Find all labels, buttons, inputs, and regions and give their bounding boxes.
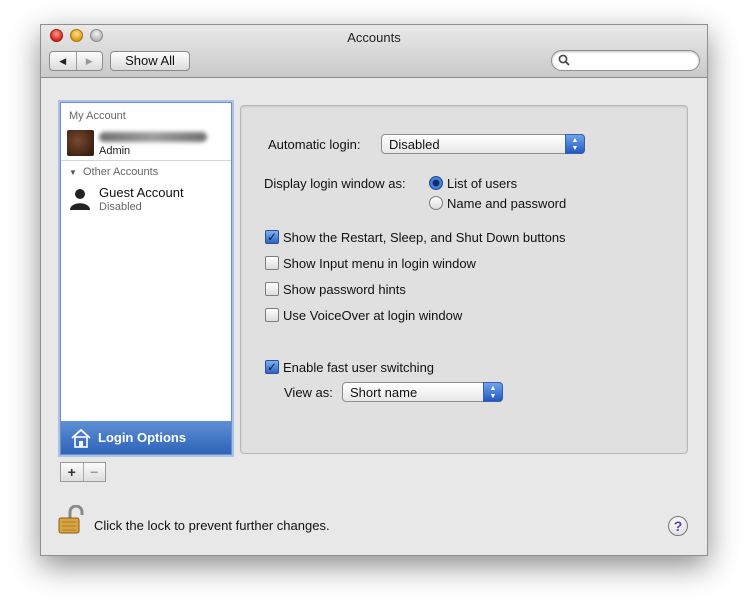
help-button[interactable]: ? [668,516,688,536]
sidebar-divider [61,160,231,161]
forward-arrow-icon: ▶ [85,55,93,66]
show-password-hints-label: Show password hints [283,282,406,297]
view-as-value: Short name [350,385,418,400]
show-input-menu-label: Show Input menu in login window [283,256,476,271]
my-account-header: My Account [69,110,126,122]
add-account-button[interactable]: + [61,463,83,481]
use-voiceover-checkbox[interactable] [265,308,279,322]
forward-button[interactable]: ▶ [75,52,103,70]
accounts-window: Accounts ◀ ▶ Show All My Account Admin ▼… [40,24,708,556]
search-icon [558,54,570,66]
use-voiceover-label: Use VoiceOver at login window [283,308,463,323]
guest-account-item[interactable]: Guest Account Disabled [61,185,231,215]
login-options-label: Login Options [98,430,187,445]
view-as-popup[interactable]: Short name ▲ ▼ [342,382,503,402]
list-of-users-label: List of users [447,176,518,191]
lock-icon[interactable] [58,505,84,535]
house-icon [71,428,91,448]
disclosure-triangle-icon[interactable]: ▼ [69,168,77,177]
user-silhouette-icon [70,189,90,210]
account-role: Admin [99,145,131,157]
name-and-password-radio[interactable] [429,196,443,210]
show-password-hints-checkbox[interactable] [265,282,279,296]
popup-arrows-icon: ▲ ▼ [483,382,503,402]
back-forward-control: ◀ ▶ [49,51,103,71]
fast-user-switching-label: Enable fast user switching [283,360,435,375]
back-button[interactable]: ◀ [50,52,76,70]
accounts-list: My Account Admin ▼ Other Accounts Guest … [60,102,232,455]
automatic-login-label: Automatic login: [268,137,361,152]
show-restart-checkbox[interactable]: ✓ [265,230,279,244]
show-all-button[interactable]: Show All [110,51,190,71]
remove-account-button[interactable]: − [82,463,106,481]
my-account-item[interactable]: Admin [61,130,231,160]
fast-user-switching-checkbox[interactable]: ✓ [265,360,279,374]
automatic-login-popup[interactable]: Disabled ▲ ▼ [381,134,585,154]
search-field[interactable] [551,50,700,71]
back-arrow-icon: ◀ [59,55,67,66]
login-options-panel: Automatic login: Disabled ▲ ▼ Display log… [240,105,688,454]
avatar [67,130,94,156]
view-as-label: View as: [284,385,333,400]
title-bar: Accounts ◀ ▶ Show All [41,25,707,78]
show-input-menu-checkbox[interactable] [265,256,279,270]
display-login-window-label: Display login window as: [264,176,406,191]
login-options-item[interactable]: Login Options [61,421,231,454]
guest-account-name: Guest Account [99,185,184,200]
name-and-password-label: Name and password [447,196,567,211]
redacted-account-name [99,132,207,142]
automatic-login-value: Disabled [389,137,440,152]
list-of-users-radio[interactable] [429,176,443,190]
window-title: Accounts [347,30,401,45]
lock-message: Click the lock to prevent further change… [94,518,330,533]
show-restart-label: Show the Restart, Sleep, and Shut Down b… [283,230,566,245]
popup-arrows-icon: ▲ ▼ [565,134,585,154]
add-remove-control: + − [60,462,106,482]
other-accounts-header: Other Accounts [83,166,159,178]
guest-account-status: Disabled [99,201,142,213]
